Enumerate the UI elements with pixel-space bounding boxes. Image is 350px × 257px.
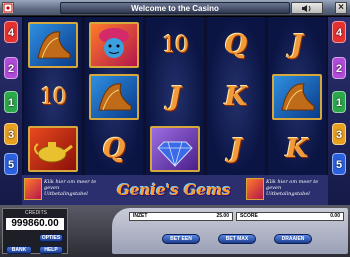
card-icon[interactable]	[2, 2, 14, 14]
symbol-ten: 10	[40, 84, 67, 110]
payline-2-right[interactable]: 2	[332, 57, 346, 79]
reels: 10 Q 10 J Q K J J K	[22, 17, 328, 175]
payline-3-right[interactable]: 3	[332, 123, 346, 145]
close-button[interactable]: ×	[335, 2, 347, 14]
control-console: CREDITS 999860.00 OPTIES BANK HELP INZET…	[0, 205, 350, 257]
symbol-jack: J	[168, 82, 182, 112]
bet-one-button[interactable]: BET EEN	[162, 234, 200, 244]
score-field: SCORE 0.00	[236, 212, 344, 221]
bet-value: 25.00	[216, 213, 229, 219]
paytable-link-left[interactable]: Klik hier om meer te geven Uitbetalingst…	[44, 179, 104, 197]
bet-max-button[interactable]: BET MAX	[218, 234, 256, 244]
symbol-slipper	[268, 71, 326, 123]
reel-2: Q	[85, 17, 143, 175]
symbol-slipper	[85, 71, 143, 123]
help-button[interactable]: HELP	[39, 246, 63, 254]
payline-4-left[interactable]: 4	[4, 21, 18, 43]
score-label: SCORE	[240, 213, 258, 219]
payline-2-left[interactable]: 2	[4, 57, 18, 79]
payline-1-right[interactable]: 1	[332, 91, 346, 113]
symbol-jack: J	[229, 134, 243, 164]
spin-button[interactable]: DRAAIEN	[274, 234, 312, 244]
sound-icon[interactable]	[291, 2, 323, 14]
bet-panel: INZET 25.00 SCORE 0.00 BET EEN BET MAX D…	[112, 208, 348, 254]
symbol-king: K	[285, 134, 309, 164]
reel-1: 10	[24, 17, 82, 175]
score-value: 0.00	[330, 213, 340, 219]
symbol-jack: J	[290, 30, 304, 60]
symbol-ten: 10	[162, 32, 189, 58]
credits-box: CREDITS 999860.00 OPTIES BANK HELP	[2, 208, 68, 254]
game-logo: Genie's Gems	[117, 181, 231, 199]
reel-3: 10 J	[146, 17, 204, 175]
title-bar: Welcome to the Casino ×	[0, 0, 350, 16]
symbol-king: K	[224, 82, 248, 112]
payline-1-left[interactable]: 1	[4, 91, 18, 113]
symbol-queen: Q	[102, 134, 126, 164]
symbol-slipper	[24, 19, 82, 71]
payline-5-left[interactable]: 5	[4, 153, 18, 175]
paytable-genie-button-left[interactable]	[24, 178, 42, 200]
symbol-queen: Q	[224, 30, 248, 60]
payline-4-right[interactable]: 4	[332, 21, 346, 43]
credits-label: CREDITS	[25, 210, 47, 216]
window-title: Welcome to the Casino	[60, 2, 290, 14]
credits-value: 999860.00	[6, 218, 64, 230]
bank-button[interactable]: BANK	[6, 246, 32, 254]
payline-3-left[interactable]: 3	[4, 123, 18, 145]
symbol-genie	[85, 19, 143, 71]
symbol-gem	[146, 123, 204, 175]
paytable-link-right[interactable]: Klik hier om meer te geven Uitbetalingst…	[266, 179, 326, 197]
bet-field: INZET 25.00	[129, 212, 233, 221]
game-area: 4 2 1 3 5 10 Q 10 J Q K J J K Klik hier …	[0, 17, 350, 205]
reel-5: J K	[268, 17, 326, 175]
payline-5-right[interactable]: 5	[332, 153, 346, 175]
reel-4: Q K J	[207, 17, 265, 175]
paylines-left: 4 2 1 3 5	[0, 17, 22, 205]
bet-label: INZET	[133, 213, 148, 219]
symbol-lamp	[24, 123, 82, 175]
paylines-right: 4 2 1 3 5	[328, 17, 350, 205]
options-button[interactable]: OPTIES	[39, 234, 63, 242]
info-strip: Klik hier om meer te geven Uitbetalingst…	[22, 175, 328, 205]
paytable-genie-button-right[interactable]	[246, 178, 264, 200]
